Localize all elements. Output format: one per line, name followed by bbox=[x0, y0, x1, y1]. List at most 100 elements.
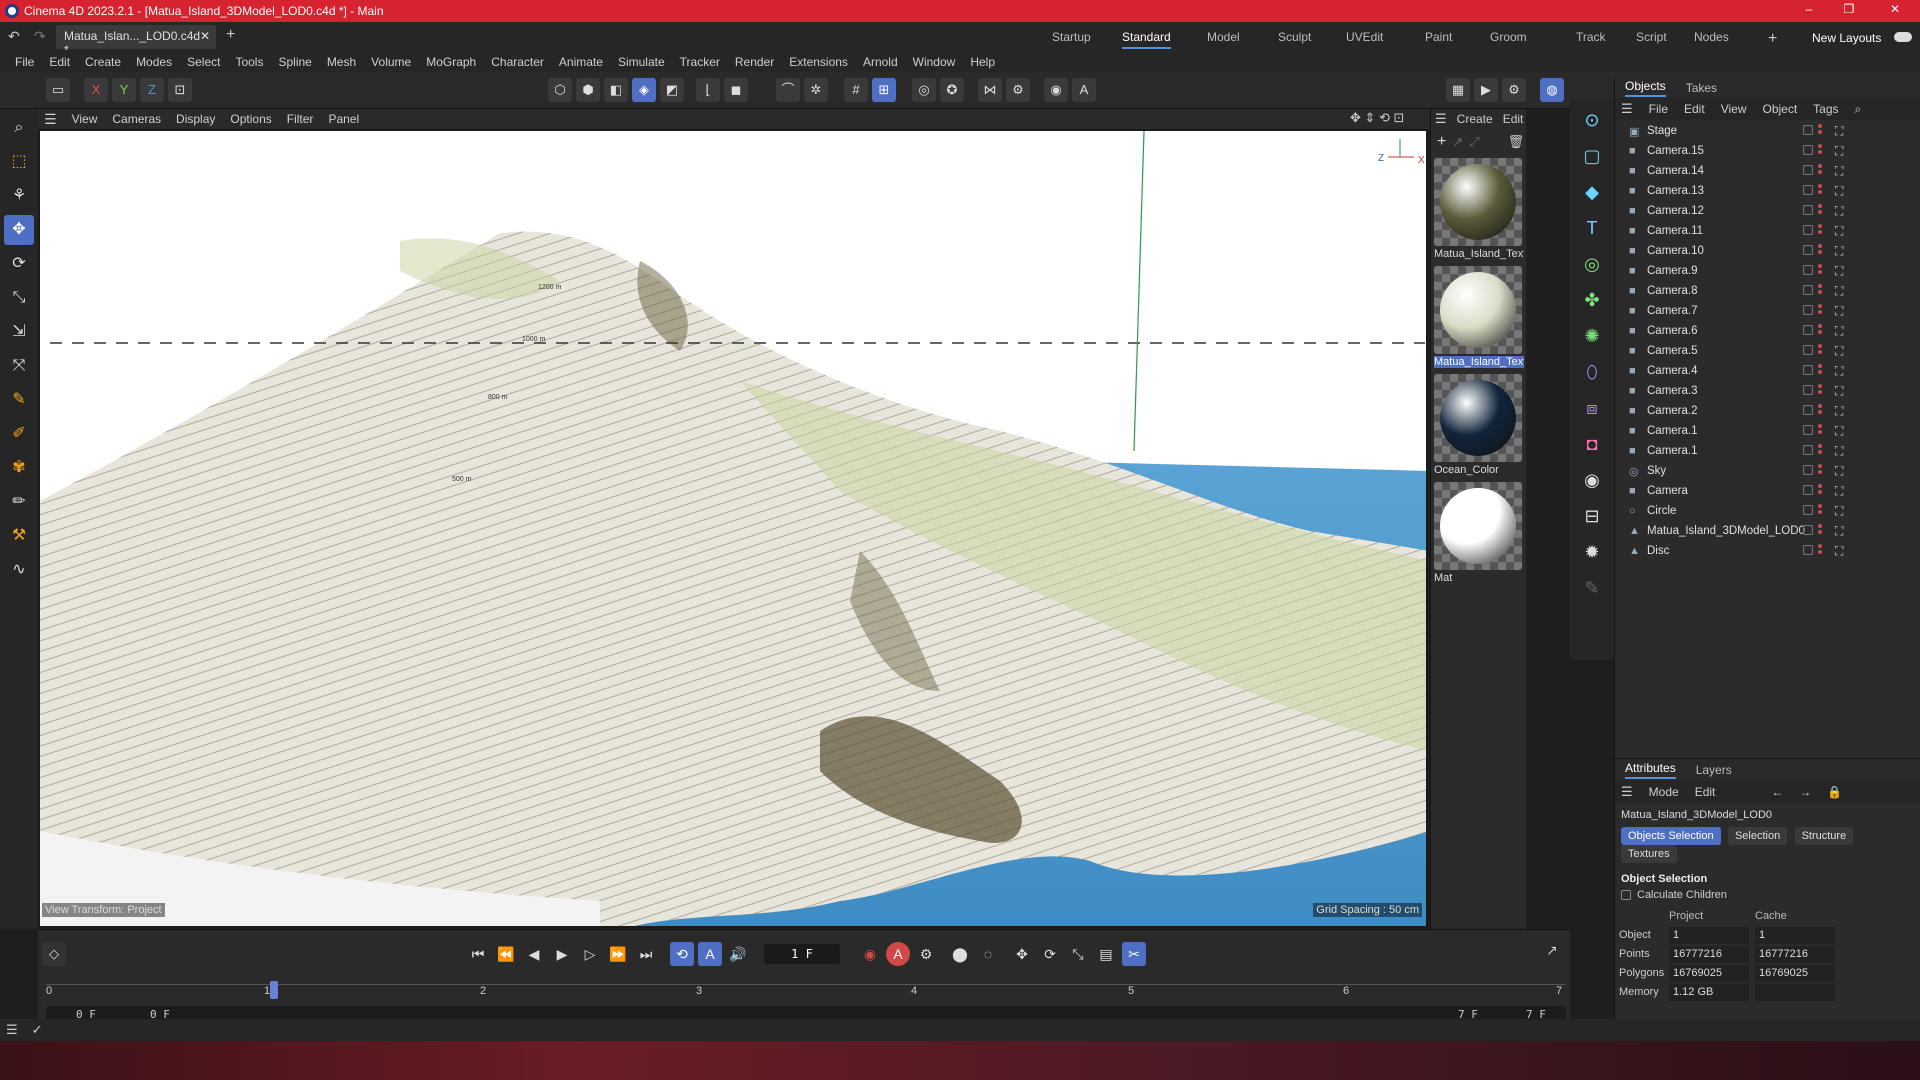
editor-visibility-dot[interactable] bbox=[1818, 144, 1822, 148]
back-arrow-icon[interactable]: ← bbox=[1771, 785, 1783, 799]
editor-visibility-dot[interactable] bbox=[1818, 224, 1822, 228]
menu-render[interactable]: Render bbox=[735, 55, 774, 69]
layer-checkbox[interactable] bbox=[1803, 145, 1813, 155]
object-tag-icon[interactable]: ⛶ bbox=[1835, 504, 1843, 519]
material-preview[interactable] bbox=[1434, 374, 1522, 462]
search-icon[interactable]: ⌕ bbox=[4, 113, 34, 143]
status-menu-icon[interactable]: ☰ bbox=[6, 1022, 18, 1038]
render-visibility-dot[interactable] bbox=[1818, 390, 1822, 394]
object-row[interactable]: ■ Camera.10 ⛶ bbox=[1615, 242, 1920, 262]
timeline-graph-icon[interactable]: ↗ bbox=[1546, 942, 1558, 959]
layer-checkbox[interactable] bbox=[1803, 325, 1813, 335]
menu-spline[interactable]: Spline bbox=[278, 55, 311, 69]
tab-attributes[interactable]: Attributes bbox=[1625, 761, 1676, 779]
redo-icon[interactable]: ↷ bbox=[34, 28, 46, 45]
selection-tool-icon[interactable]: ⬚ bbox=[4, 147, 34, 177]
layer-checkbox[interactable] bbox=[1803, 185, 1813, 195]
effector-icon[interactable]: ✺ bbox=[1576, 320, 1608, 352]
soft-selection-icon[interactable]: ⌒ bbox=[776, 78, 800, 102]
layout-tab-script[interactable]: Script bbox=[1636, 30, 1667, 44]
scene-icon[interactable]: ⊟ bbox=[1576, 500, 1608, 532]
menu-character[interactable]: Character bbox=[491, 55, 544, 69]
attribute-mode-menu[interactable]: Mode bbox=[1649, 785, 1679, 799]
go-to-end-icon[interactable]: ⏭ bbox=[634, 942, 658, 966]
material-preview[interactable] bbox=[1434, 158, 1522, 246]
layer-checkbox[interactable] bbox=[1803, 285, 1813, 295]
object-file-menu[interactable]: File bbox=[1649, 102, 1668, 116]
layer-checkbox[interactable] bbox=[1803, 445, 1813, 455]
layout-tab-nodes[interactable]: Nodes bbox=[1694, 30, 1729, 44]
polygons-mode-icon[interactable]: ◧ bbox=[604, 78, 628, 102]
autokey-mode-icon[interactable]: A bbox=[698, 942, 722, 966]
snap-icon[interactable]: ⊞ bbox=[872, 78, 896, 102]
layout-tab-model[interactable]: Model bbox=[1207, 30, 1240, 44]
tab-objects[interactable]: Objects bbox=[1625, 79, 1666, 97]
visibility-dots[interactable] bbox=[1818, 124, 1824, 138]
object-tag-icon[interactable]: ⛶ bbox=[1835, 404, 1843, 419]
coordinate-transform-icon[interactable]: ⤧ bbox=[4, 351, 34, 381]
render-visibility-dot[interactable] bbox=[1818, 230, 1822, 234]
object-tag-icon[interactable]: ⛶ bbox=[1835, 484, 1843, 499]
editor-visibility-dot[interactable] bbox=[1818, 444, 1822, 448]
material-create-menu[interactable]: Create bbox=[1457, 112, 1493, 126]
delete-material-icon[interactable]: 🗑 bbox=[1508, 134, 1525, 150]
object-row[interactable]: ■ Camera.13 ⛶ bbox=[1615, 182, 1920, 202]
render-visibility-dot[interactable] bbox=[1818, 250, 1822, 254]
menu-mograph[interactable]: MoGraph bbox=[426, 55, 476, 69]
editor-visibility-dot[interactable] bbox=[1818, 124, 1822, 128]
layer-checkbox[interactable] bbox=[1803, 365, 1813, 375]
object-tag-icon[interactable]: ⛶ bbox=[1835, 424, 1843, 439]
visibility-dots[interactable] bbox=[1818, 304, 1824, 318]
text-icon[interactable]: T bbox=[1576, 212, 1608, 244]
viewport-menu-cameras[interactable]: Cameras bbox=[112, 112, 161, 126]
objects-selection-button[interactable]: Objects Selection bbox=[1621, 827, 1721, 845]
layer-checkbox[interactable] bbox=[1803, 525, 1813, 535]
go-to-start-icon[interactable]: ⏮ bbox=[466, 942, 490, 966]
keyframe-icon[interactable]: ◇ bbox=[42, 942, 66, 966]
key-settings-icon[interactable]: ⚙ bbox=[914, 942, 938, 966]
visibility-dots[interactable] bbox=[1818, 244, 1824, 258]
maximize-button[interactable]: ❐ bbox=[1834, 2, 1864, 20]
editor-visibility-dot[interactable] bbox=[1818, 324, 1822, 328]
render-to-picture-viewer-icon[interactable]: ▶ bbox=[1474, 78, 1498, 102]
layer-checkbox[interactable] bbox=[1803, 465, 1813, 475]
editor-visibility-dot[interactable] bbox=[1818, 304, 1822, 308]
motion-icon[interactable]: ◌ bbox=[976, 942, 1000, 966]
solo-icon[interactable]: ✲ bbox=[804, 78, 828, 102]
selection-button[interactable]: Selection bbox=[1727, 827, 1788, 845]
layout-tab-startup[interactable]: Startup bbox=[1052, 30, 1091, 44]
render-visibility-dot[interactable] bbox=[1818, 550, 1822, 554]
menu-select[interactable]: Select bbox=[187, 55, 220, 69]
material-preview[interactable] bbox=[1434, 482, 1522, 570]
generator-icon[interactable]: ◎ bbox=[1576, 248, 1608, 280]
editor-visibility-dot[interactable] bbox=[1818, 264, 1822, 268]
render-visibility-dot[interactable] bbox=[1818, 370, 1822, 374]
layout-tab-groom[interactable]: Groom bbox=[1490, 30, 1527, 44]
editor-visibility-dot[interactable] bbox=[1818, 404, 1822, 408]
layout-tab-sculpt[interactable]: Sculpt bbox=[1278, 30, 1311, 44]
material-edit-menu[interactable]: Edit bbox=[1503, 112, 1524, 126]
visibility-dots[interactable] bbox=[1818, 264, 1824, 278]
snap-grid-icon[interactable]: # bbox=[844, 78, 868, 102]
viewport-menu-panel[interactable]: Panel bbox=[328, 112, 359, 126]
cube-outline-icon[interactable]: ▢ bbox=[1576, 140, 1608, 172]
layer-checkbox[interactable] bbox=[1803, 245, 1813, 255]
live-selection-icon[interactable]: ⚘ bbox=[4, 181, 34, 211]
object-tag-icon[interactable]: ⛶ bbox=[1835, 244, 1843, 259]
visibility-dots[interactable] bbox=[1818, 484, 1824, 498]
editor-visibility-dot[interactable] bbox=[1818, 544, 1822, 548]
layer-checkbox[interactable] bbox=[1803, 405, 1813, 415]
editor-visibility-dot[interactable] bbox=[1818, 364, 1822, 368]
editor-visibility-dot[interactable] bbox=[1818, 284, 1822, 288]
uv-mode-icon[interactable]: ◩ bbox=[660, 78, 684, 102]
material-item[interactable]: Matua_Island_Text bbox=[1434, 266, 1524, 368]
model-mode-icon[interactable]: ◈ bbox=[632, 78, 656, 102]
edit-tag-icon[interactable]: ✎ bbox=[1576, 572, 1608, 604]
menu-arnold[interactable]: Arnold bbox=[863, 55, 898, 69]
sound-icon[interactable]: 🔊 bbox=[726, 942, 750, 966]
object-tags-menu[interactable]: Tags bbox=[1813, 102, 1838, 116]
object-tag-icon[interactable]: ⛶ bbox=[1835, 384, 1843, 399]
layer-checkbox[interactable] bbox=[1803, 125, 1813, 135]
symmetry-icon[interactable]: ⋈ bbox=[978, 78, 1002, 102]
material-item[interactable]: Matua_Island_Text bbox=[1434, 158, 1524, 260]
